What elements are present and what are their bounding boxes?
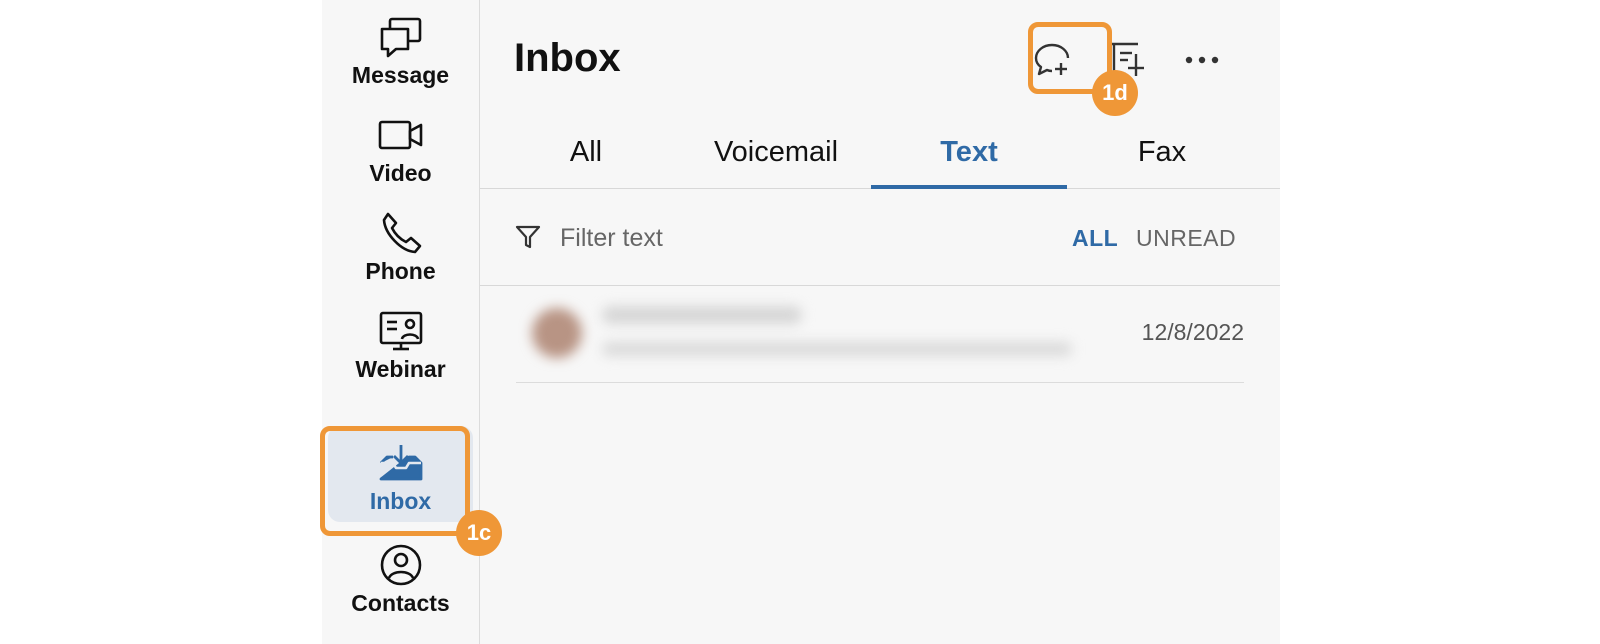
message-icon <box>378 14 424 60</box>
tab-all[interactable]: All <box>488 130 684 188</box>
sidebar-item-label: Contacts <box>351 590 450 616</box>
tab-text[interactable]: Text <box>871 130 1067 189</box>
sidebar-item-webinar[interactable]: Webinar <box>328 294 473 390</box>
sidebar-nav: Message Video Phone Webinar Inbox Contac… <box>322 0 480 644</box>
more-icon <box>1185 56 1219 64</box>
contacts-icon <box>378 542 424 588</box>
page-title: Inbox <box>514 36 621 80</box>
inbox-panel: Inbox All Voicemail Text Fax Filter text… <box>480 0 1280 644</box>
blurred-message-preview <box>602 342 1072 356</box>
filter-all-toggle[interactable]: ALL <box>1072 225 1118 252</box>
sidebar-item-label: Message <box>351 62 450 88</box>
sidebar-item-message[interactable]: Message <box>328 0 473 96</box>
sidebar-item-label: Phone <box>365 258 436 284</box>
callout-badge-1d: 1d <box>1092 70 1138 116</box>
more-options-button[interactable] <box>1178 36 1226 84</box>
video-icon <box>378 112 424 158</box>
sidebar-item-contacts[interactable]: Contacts <box>328 528 473 624</box>
webinar-icon <box>378 308 424 354</box>
list-item[interactable]: 12/8/2022 <box>516 286 1244 383</box>
inbox-tabs: All Voicemail Text Fax <box>480 130 1280 189</box>
phone-icon <box>378 210 424 256</box>
sidebar-item-phone[interactable]: Phone <box>328 196 473 292</box>
filter-unread-toggle[interactable]: UNREAD <box>1136 225 1236 252</box>
blurred-contact-name <box>602 306 802 324</box>
tab-fax[interactable]: Fax <box>1064 130 1260 188</box>
inbox-highlight <box>320 426 470 536</box>
tab-voicemail[interactable]: Voicemail <box>678 130 874 188</box>
filter-input[interactable] <box>558 219 862 257</box>
callout-badge-1c: 1c <box>456 510 502 556</box>
sidebar-item-video[interactable]: Video <box>328 98 473 194</box>
filter-icon <box>515 225 541 249</box>
message-date: 12/8/2022 <box>1141 319 1244 345</box>
avatar <box>532 308 582 358</box>
sidebar-item-label: Webinar <box>355 356 446 382</box>
sidebar-item-label: Video <box>369 160 432 186</box>
filter-bar: ALL UNREAD <box>480 189 1280 286</box>
